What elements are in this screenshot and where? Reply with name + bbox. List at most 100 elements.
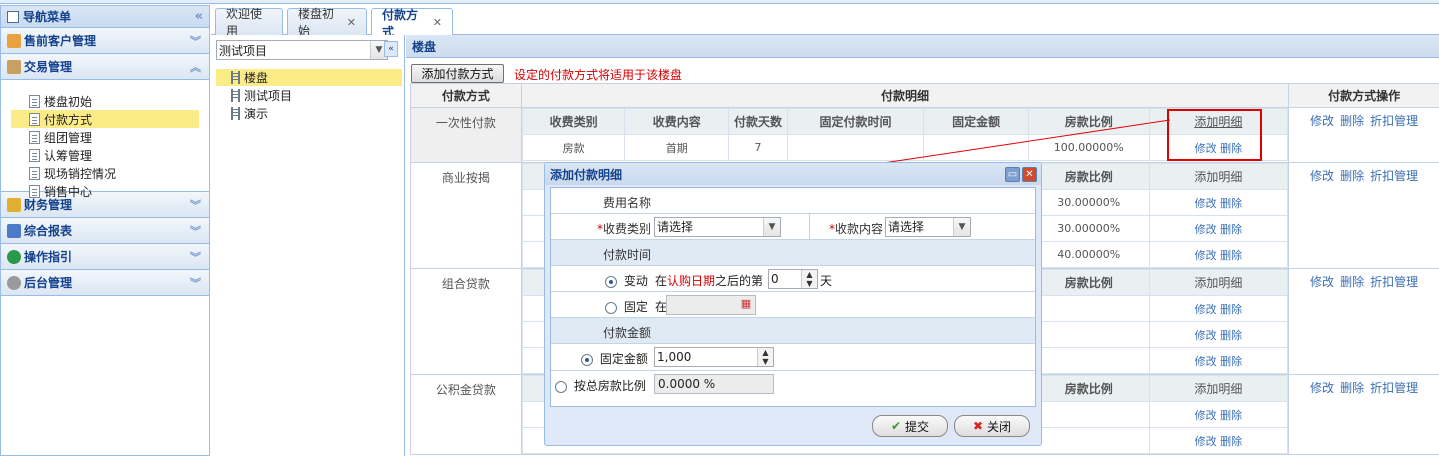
variable-label: 变动	[623, 274, 648, 288]
delete-link[interactable]: 删除	[1220, 303, 1242, 316]
discount-link[interactable]: 折扣管理	[1370, 381, 1418, 395]
nav-item-label: 楼盘初始	[44, 94, 93, 109]
nav-section-trade[interactable]: 交易管理 ︽	[1, 54, 209, 80]
close-icon[interactable]: ✕	[433, 16, 442, 29]
delete-link[interactable]: 删除	[1220, 329, 1242, 342]
project-select[interactable]: 测试项目 ▼	[216, 40, 388, 60]
row-actions: 修改 删除	[1148, 215, 1289, 242]
chevron-down-icon[interactable]: ▼	[763, 218, 780, 236]
days-stepper[interactable]: 0 ▲ ▼	[768, 269, 818, 289]
document-icon	[29, 166, 40, 180]
submit-label: 提交	[905, 419, 930, 434]
submit-button[interactable]: ✔ 提交	[872, 415, 948, 437]
nav-item-group[interactable]: 组团管理	[11, 128, 199, 146]
edit-link[interactable]: 修改	[1195, 249, 1217, 262]
add-detail-link[interactable]: 添加明细	[1148, 269, 1289, 296]
ratio-radio-group: 按总房款比例	[555, 377, 646, 394]
discount-link[interactable]: 折扣管理	[1370, 169, 1418, 183]
tab-welcome[interactable]: 欢迎使用	[215, 7, 283, 38]
edit-link[interactable]: 修改	[1195, 355, 1217, 368]
delete-link[interactable]: 删除	[1340, 275, 1364, 289]
delete-link[interactable]: 删除	[1220, 409, 1242, 422]
nav-section-presales[interactable]: 售前客户管理 ︾	[1, 28, 209, 54]
fixed-date-field[interactable]: ▦	[666, 295, 756, 315]
add-detail-link[interactable]: 添加明细	[1148, 163, 1289, 190]
chevron-down-icon[interactable]: ▼	[953, 218, 970, 236]
check-icon: ✔	[890, 419, 902, 433]
cell-fixed-amount	[923, 134, 1029, 161]
stepper-arrows-icon[interactable]: ▲ ▼	[801, 270, 817, 288]
fixed-label: 固定	[623, 300, 648, 314]
tree-node-demo[interactable]: 演示	[216, 105, 402, 122]
inner-header: 收费类别	[521, 108, 626, 135]
edit-link[interactable]: 修改	[1195, 197, 1217, 210]
discount-link[interactable]: 折扣管理	[1370, 114, 1418, 128]
col-header-detail: 付款明细	[520, 83, 1290, 108]
ratio-label: 按总房款比例	[573, 379, 646, 393]
discount-link[interactable]: 折扣管理	[1370, 275, 1418, 289]
close-button[interactable]: ✖ 关闭	[954, 415, 1030, 437]
delete-link[interactable]: 删除	[1340, 114, 1364, 128]
tab-building-init[interactable]: 楼盘初始 ✕	[287, 7, 367, 38]
category-label: *收费类别	[551, 220, 651, 237]
edit-link[interactable]: 修改	[1195, 303, 1217, 316]
stepper-arrows-icon[interactable]: ▲ ▼	[757, 348, 773, 366]
content-label: *收款内容	[813, 220, 883, 237]
tree-node-building[interactable]: 楼盘	[216, 69, 402, 86]
ratio-radio[interactable]	[555, 380, 567, 393]
edit-link[interactable]: 修改	[1195, 435, 1217, 448]
fixed-radio[interactable]	[605, 301, 617, 314]
collapse-left-icon[interactable]: «	[195, 9, 203, 24]
delete-link[interactable]: 删除	[1220, 223, 1242, 236]
delete-link[interactable]: 删除	[1340, 169, 1364, 183]
fixed-amount-radio[interactable]	[581, 353, 593, 366]
content-label-text: 收款内容	[834, 222, 883, 236]
nav-section-admin[interactable]: 后台管理 ︾	[1, 270, 209, 296]
content-select[interactable]: 请选择 ▼	[885, 217, 971, 237]
nav-item-sales-control[interactable]: 现场销控情况	[11, 164, 199, 182]
nav-item-payment-method[interactable]: 付款方式	[11, 110, 199, 128]
nav-section-guide[interactable]: 操作指引 ︾	[1, 244, 209, 270]
edit-link[interactable]: 修改	[1310, 169, 1334, 183]
delete-link[interactable]: 删除	[1220, 355, 1242, 368]
edit-link[interactable]: 修改	[1195, 223, 1217, 236]
tree-node-test-project[interactable]: 测试项目	[216, 87, 402, 104]
calendar-icon[interactable]: ▦	[738, 297, 754, 313]
category-select[interactable]: 请选择 ▼	[654, 217, 781, 237]
tree-node-label: 演示	[244, 107, 269, 121]
dialog-form: 费用名称 *收费类别 请选择 ▼ *收款内容 请选择 ▼ 付款时间 变动 在认购日期…	[550, 187, 1036, 407]
nav-item-building-init[interactable]: 楼盘初始	[11, 92, 199, 110]
edit-link[interactable]: 修改	[1195, 409, 1217, 422]
chevron-down-icon: ︾	[190, 276, 201, 290]
ratio-input[interactable]: 0.0000 %	[654, 374, 774, 394]
edit-link[interactable]: 修改	[1310, 381, 1334, 395]
ratio-value: 0.0000 %	[658, 377, 716, 391]
nav-item-subscription[interactable]: 认筹管理	[11, 146, 199, 164]
cell-ratio: 30.00000%	[1027, 215, 1150, 242]
tab-payment-method[interactable]: 付款方式 ✕	[371, 8, 453, 39]
edit-link[interactable]: 修改	[1310, 114, 1334, 128]
dialog-tools: ▭ ✕	[1005, 166, 1037, 182]
cell-days: 7	[728, 134, 788, 161]
edit-link[interactable]: 修改	[1195, 329, 1217, 342]
close-icon[interactable]: ✕	[347, 16, 356, 29]
form-row-fee-name: 费用名称	[551, 188, 1035, 214]
fixed-amount-input[interactable]: 1,000 ▲ ▼	[654, 347, 774, 367]
edit-link[interactable]: 修改	[1310, 275, 1334, 289]
delete-link[interactable]: 删除	[1220, 197, 1242, 210]
fixed-amount-radio-group: 固定金额	[581, 350, 648, 367]
minimize-icon[interactable]: ▭	[1005, 166, 1020, 182]
divider	[809, 214, 810, 240]
add-payment-method-button[interactable]: 添加付款方式	[411, 64, 504, 83]
collapse-tree-icon[interactable]: «	[384, 41, 398, 57]
variable-radio[interactable]	[605, 275, 617, 288]
delete-link[interactable]: 删除	[1340, 381, 1364, 395]
add-detail-link[interactable]: 添加明细	[1148, 375, 1289, 402]
close-icon[interactable]: ✕	[1022, 166, 1037, 182]
ops-cell: 修改 删除 折扣管理	[1288, 107, 1439, 163]
nav-section-reports[interactable]: 综合报表 ︾	[1, 218, 209, 244]
row-actions: 修改 删除	[1148, 295, 1289, 322]
delete-link[interactable]: 删除	[1220, 249, 1242, 262]
row-actions: 修改 删除	[1148, 189, 1289, 216]
delete-link[interactable]: 删除	[1220, 435, 1242, 448]
